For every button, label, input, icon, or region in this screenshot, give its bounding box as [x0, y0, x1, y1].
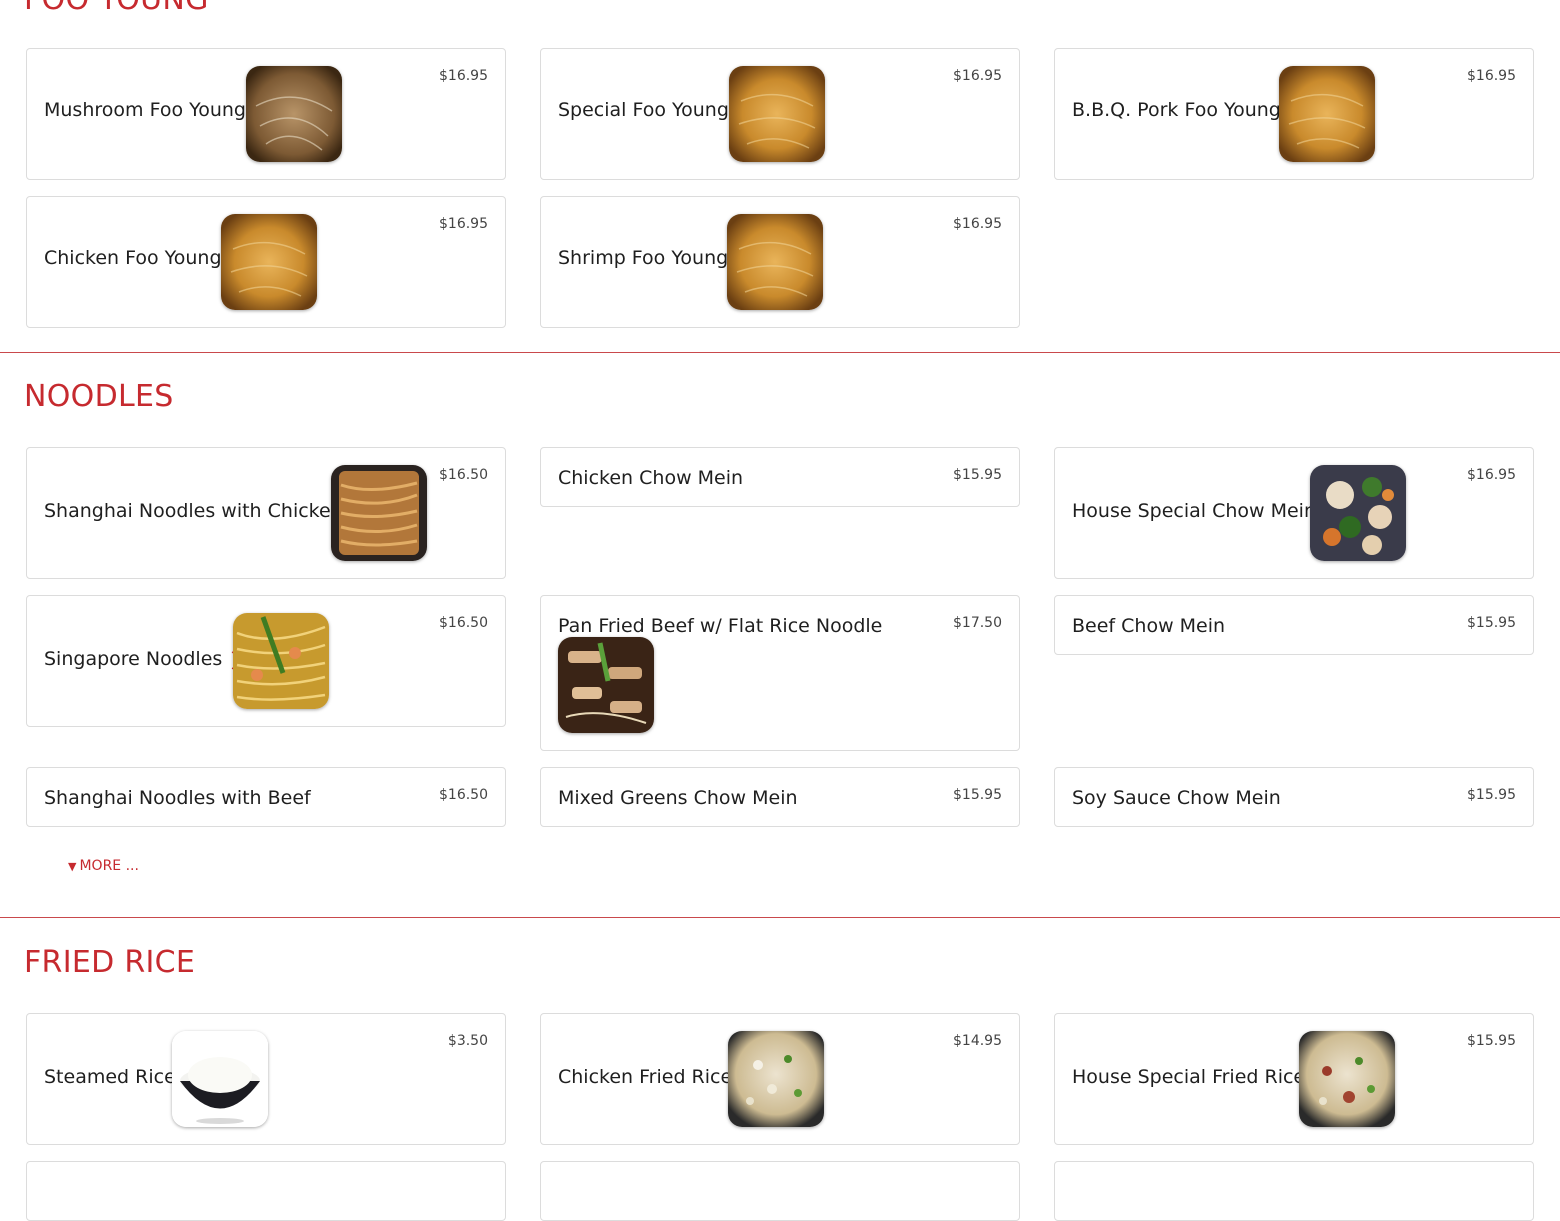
item-photo[interactable]: [1299, 1031, 1395, 1127]
section-divider: [0, 917, 1560, 918]
section-title-noodles: NOODLES: [24, 379, 174, 414]
menu-item-house-special-fried-rice[interactable]: House Special Fried Rice $15.95: [1054, 1013, 1534, 1145]
item-name: Soy Sauce Chow Mein: [1072, 787, 1281, 809]
menu-item-shanghai-noodles-beef[interactable]: Shanghai Noodles with Beef $16.50: [26, 767, 506, 827]
item-name: Steamed Rice: [44, 1066, 176, 1088]
menu-item-chicken-foo-young[interactable]: Chicken Foo Young $16.95: [26, 196, 506, 328]
menu-item-pan-fried-beef[interactable]: Pan Fried Beef w/ Flat Rice Noodle $17.5…: [540, 595, 1020, 751]
item-name: Special Foo Young: [558, 99, 729, 121]
item-name: Shanghai Noodles with Chicken: [44, 500, 343, 522]
item-price: $15.95: [1467, 1033, 1516, 1049]
item-name: Chicken Fried Rice: [558, 1066, 733, 1088]
item-price: $16.95: [953, 216, 1002, 232]
item-photo[interactable]: [727, 214, 823, 310]
menu-item-beef-chow-mein[interactable]: Beef Chow Mein $15.95: [1054, 595, 1534, 655]
menu-item-shanghai-noodles-chicken[interactable]: Shanghai Noodles with Chicken $16.50: [26, 447, 506, 579]
item-price: $16.95: [1467, 68, 1516, 84]
item-photo[interactable]: [558, 637, 654, 733]
item-photo[interactable]: [728, 1031, 824, 1127]
item-photo[interactable]: [172, 1031, 268, 1127]
show-more-button[interactable]: ▼ MORE ...: [68, 858, 139, 874]
item-price: $16.95: [439, 216, 488, 232]
item-photo[interactable]: [221, 214, 317, 310]
menu-item-mushroom-foo-young[interactable]: Mushroom Foo Young $16.95: [26, 48, 506, 180]
item-price: $15.95: [953, 467, 1002, 483]
item-name: Mixed Greens Chow Mein: [558, 787, 798, 809]
item-price: $15.95: [953, 787, 1002, 803]
item-photo[interactable]: [1310, 465, 1406, 561]
item-name: Beef Chow Mein: [1072, 615, 1226, 637]
section-title-fried-rice: FRIED RICE: [24, 945, 196, 980]
item-price: $16.50: [439, 467, 488, 483]
item-price: $16.50: [439, 787, 488, 803]
menu-item-partial[interactable]: [1054, 1161, 1534, 1221]
menu-item-chicken-chow-mein[interactable]: Chicken Chow Mein $15.95: [540, 447, 1020, 507]
section-divider: [0, 352, 1560, 353]
item-name: Chicken Foo Young: [44, 247, 222, 269]
menu-item-house-special-chow-mein[interactable]: House Special Chow Mein $16.95: [1054, 447, 1534, 579]
item-price: $16.95: [439, 68, 488, 84]
item-price: $15.95: [1467, 615, 1516, 631]
item-price: $17.50: [953, 615, 1002, 631]
caret-down-icon: ▼: [68, 860, 77, 873]
item-price: $3.50: [447, 1033, 488, 1049]
menu-item-soy-sauce-chow-mein[interactable]: Soy Sauce Chow Mein $15.95: [1054, 767, 1534, 827]
item-name: Pan Fried Beef w/ Flat Rice Noodle: [558, 615, 883, 637]
item-name: Shanghai Noodles with Beef: [44, 787, 311, 809]
item-price: $16.50: [439, 615, 488, 631]
menu-item-chicken-fried-rice[interactable]: Chicken Fried Rice $14.95: [540, 1013, 1020, 1145]
item-name-text: Singapore Noodles: [44, 648, 223, 670]
item-photo[interactable]: [729, 66, 825, 162]
menu-item-mixed-greens-chow-mein[interactable]: Mixed Greens Chow Mein $15.95: [540, 767, 1020, 827]
menu-item-singapore-noodles[interactable]: Singapore Noodles❳ $16.50: [26, 595, 506, 727]
item-photo[interactable]: [246, 66, 342, 162]
item-photo[interactable]: [331, 465, 427, 561]
item-name: House Special Fried Rice: [1072, 1066, 1306, 1088]
item-photo[interactable]: [1279, 66, 1375, 162]
item-name: Shrimp Foo Young: [558, 247, 729, 269]
menu-item-partial[interactable]: [540, 1161, 1020, 1221]
item-name: Mushroom Foo Young: [44, 99, 246, 121]
menu-item-special-foo-young[interactable]: Special Foo Young $16.95: [540, 48, 1020, 180]
item-name: B.B.Q. Pork Foo Young: [1072, 99, 1281, 121]
item-price: $14.95: [953, 1033, 1002, 1049]
menu-item-bbq-pork-foo-young[interactable]: B.B.Q. Pork Foo Young $16.95: [1054, 48, 1534, 180]
menu-item-steamed-rice[interactable]: Steamed Rice $3.50: [26, 1013, 506, 1145]
item-name: Singapore Noodles❳: [44, 647, 241, 672]
menu-item-partial[interactable]: [26, 1161, 506, 1221]
item-price: $16.95: [1467, 467, 1516, 483]
menu-item-shrimp-foo-young[interactable]: Shrimp Foo Young $16.95: [540, 196, 1020, 328]
item-name: House Special Chow Mein: [1072, 500, 1316, 522]
show-more-label: MORE ...: [79, 858, 139, 874]
item-name: Chicken Chow Mein: [558, 467, 744, 489]
item-photo[interactable]: [233, 613, 329, 709]
item-price: $16.95: [953, 68, 1002, 84]
section-title-foo-young: FOO YOUNG: [24, 0, 209, 18]
item-price: $15.95: [1467, 787, 1516, 803]
